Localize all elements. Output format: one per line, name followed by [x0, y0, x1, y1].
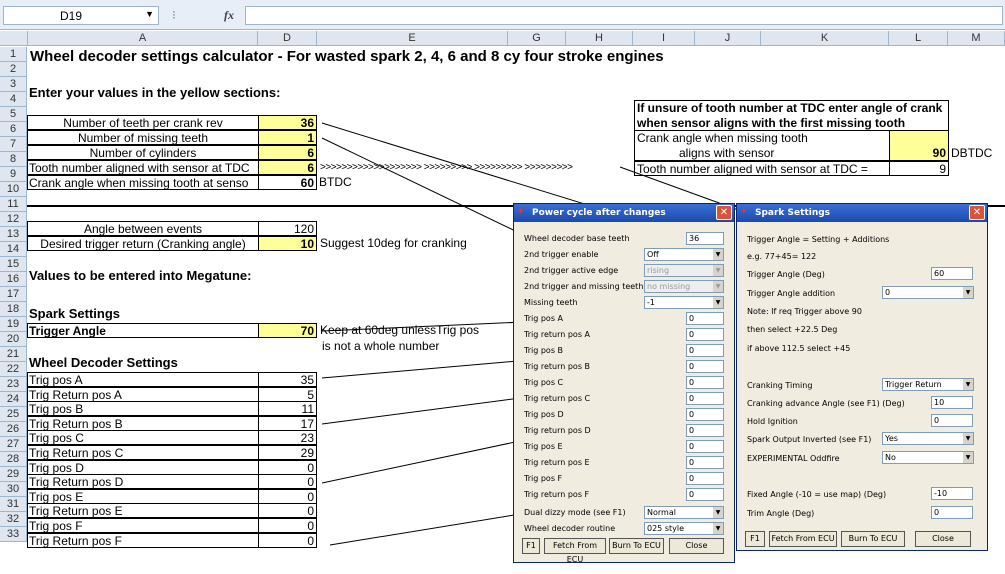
power-cycle-dialog: ✦ Power cycle after changes ✕ Wheel deco…	[513, 203, 735, 564]
note-above-90: Note: If req Trigger above 90	[747, 307, 862, 316]
power-field-input[interactable]: 0	[686, 488, 724, 501]
power-field-label: Trig return pos C	[524, 394, 591, 403]
power-field-input[interactable]: 0	[686, 360, 724, 373]
power-dialog-title: Power cycle after changes	[532, 208, 666, 218]
fixed-angle-input[interactable]: -10	[931, 487, 973, 500]
fixed-angle-label: Fixed Angle (-10 = use map) (Deg)	[747, 490, 887, 499]
close-button[interactable]: Close	[915, 531, 971, 547]
burn-to-ecu-button[interactable]: Burn To ECU	[609, 538, 664, 554]
spark-settings-dialog: ✦ Spark Settings ✕ Trigger Angle = Setti…	[736, 203, 988, 551]
power-field-label: Dual dizzy mode (see F1)	[524, 508, 626, 517]
note-select-45: if above 112.5 select +45	[747, 344, 851, 353]
hold-ignition-input[interactable]: 0	[931, 414, 973, 427]
power-field-label: Trig return pos B	[524, 362, 591, 371]
spark-inverted-label: Spark Output Inverted (see F1)	[747, 435, 872, 444]
power-field-label: Trig pos B	[524, 346, 564, 355]
chevron-down-icon[interactable]: ▼	[963, 452, 973, 463]
chevron-down-icon[interactable]: ▼	[713, 265, 723, 276]
power-field-label: Trig pos F	[524, 474, 563, 483]
chevron-down-icon[interactable]: ▼	[713, 297, 723, 308]
power-field-input[interactable]: 0	[686, 376, 724, 389]
power-field-select-value: Normal	[647, 508, 676, 517]
f1-button[interactable]: F1	[745, 531, 765, 547]
power-field-select[interactable]: rising ▼	[644, 264, 724, 277]
hold-ignition-label: Hold Ignition	[747, 417, 798, 426]
fetch-from-ecu-button[interactable]: Fetch From ECU	[769, 531, 837, 547]
spark-inverted-select[interactable]: Yes ▼	[882, 432, 974, 445]
oddfire-value: No	[885, 453, 896, 462]
power-field-label: Trig pos D	[524, 410, 564, 419]
trigger-angle-input[interactable]: 60	[931, 267, 973, 280]
note-select-22: then select +22.5 Deg	[747, 325, 838, 334]
trim-angle-input[interactable]: 0	[931, 506, 973, 519]
chevron-down-icon[interactable]: ▼	[713, 507, 723, 518]
app-icon: ✦	[740, 207, 748, 217]
trigger-addition-label: Trigger Angle addition	[747, 289, 836, 298]
app-icon: ✦	[517, 207, 525, 217]
chevron-down-icon[interactable]: ▼	[713, 281, 723, 292]
spark-dialog-title: Spark Settings	[755, 208, 831, 218]
power-field-select-value: -1	[647, 298, 655, 307]
power-field-input[interactable]: 0	[686, 408, 724, 421]
chevron-down-icon[interactable]: ▼	[963, 287, 973, 298]
power-field-label: 2nd trigger active edge	[524, 266, 619, 275]
chevron-down-icon[interactable]: ▼	[713, 249, 723, 260]
power-field-input[interactable]: 0	[686, 392, 724, 405]
cranking-timing-value: Trigger Return	[885, 380, 942, 389]
power-field-label: Wheel decoder routine	[524, 524, 616, 533]
power-field-label: Trig return pos A	[524, 330, 591, 339]
fetch-from-ecu-button[interactable]: Fetch From ECU	[544, 538, 606, 564]
spark-dialog-titlebar[interactable]: ✦ Spark Settings ✕	[737, 204, 987, 222]
chevron-down-icon[interactable]: ▼	[713, 523, 723, 534]
power-field-input[interactable]: 0	[686, 472, 724, 485]
power-field-label: 2nd trigger and missing teeth	[524, 282, 644, 291]
power-field-label: Wheel decoder base teeth	[524, 234, 630, 243]
power-field-input[interactable]: 0	[686, 424, 724, 437]
power-field-label: Trig pos C	[524, 378, 564, 387]
cranking-timing-select[interactable]: Trigger Return ▼	[882, 378, 974, 391]
close-icon[interactable]: ✕	[716, 205, 732, 220]
f1-button[interactable]: F1	[522, 538, 540, 554]
power-field-label: Trig pos A	[524, 314, 563, 323]
note-example: e.g. 77+45= 122	[747, 252, 817, 261]
power-field-input[interactable]: 0	[686, 312, 724, 325]
power-field-input[interactable]: 0	[686, 344, 724, 357]
power-field-label: 2nd trigger enable	[524, 250, 599, 259]
power-field-select[interactable]: Normal ▼	[644, 506, 724, 519]
trim-angle-label: Trim Angle (Deg)	[747, 509, 815, 518]
power-field-input[interactable]: 0	[686, 440, 724, 453]
power-field-input[interactable]: 36	[686, 232, 724, 245]
note-trigger-formula: Trigger Angle = Setting + Additions	[747, 235, 890, 244]
power-field-select-value: rising	[647, 266, 670, 275]
power-field-input[interactable]: 0	[686, 456, 724, 469]
power-field-select[interactable]: no missing ▼	[644, 280, 724, 293]
power-field-label: Missing teeth	[524, 298, 578, 307]
power-field-select-value: 025 style	[647, 524, 684, 533]
power-field-label: Trig return pos D	[524, 426, 591, 435]
oddfire-select[interactable]: No ▼	[882, 451, 974, 464]
oddfire-label: EXPERIMENTAL Oddfire	[747, 454, 840, 463]
power-field-label: Trig return pos E	[524, 458, 590, 467]
power-field-label: Trig return pos F	[524, 490, 590, 499]
power-field-label: Trig pos E	[524, 442, 563, 451]
power-dialog-titlebar[interactable]: ✦ Power cycle after changes ✕	[514, 204, 734, 222]
power-field-select-value: Off	[647, 250, 659, 259]
power-field-select-value: no missing	[647, 282, 691, 291]
close-button[interactable]: Close	[669, 538, 724, 554]
power-field-select[interactable]: 025 style ▼	[644, 522, 724, 535]
power-field-select[interactable]: -1 ▼	[644, 296, 724, 309]
trigger-addition-select[interactable]: 0 ▼	[882, 286, 974, 299]
spark-inverted-value: Yes	[885, 434, 898, 443]
cranking-advance-input[interactable]: 10	[931, 396, 973, 409]
power-field-select[interactable]: Off ▼	[644, 248, 724, 261]
cranking-advance-label: Cranking advance Angle (see F1) (Deg)	[747, 399, 905, 408]
chevron-down-icon[interactable]: ▼	[963, 433, 973, 444]
chevron-down-icon[interactable]: ▼	[963, 379, 973, 390]
power-field-input[interactable]: 0	[686, 328, 724, 341]
trigger-angle-field-label: Trigger Angle (Deg)	[747, 270, 825, 279]
cranking-timing-label: Cranking Timing	[747, 381, 813, 390]
close-icon[interactable]: ✕	[969, 205, 985, 220]
burn-to-ecu-button[interactable]: Burn To ECU	[841, 531, 905, 547]
trigger-addition-value: 0	[885, 288, 891, 297]
